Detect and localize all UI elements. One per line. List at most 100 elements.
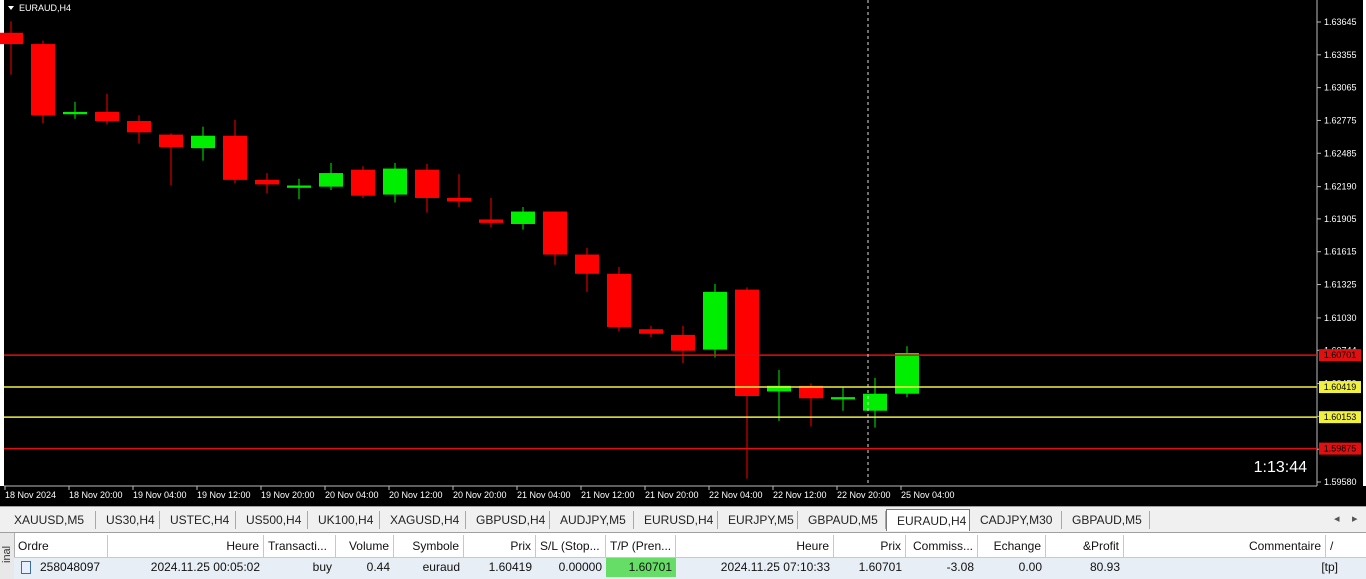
time-axis-label: 20 Nov 12:00 [389,490,443,500]
terminal-side-label[interactable]: inal [0,533,15,579]
chart-tab[interactable]: US30,H4 [96,511,160,529]
candle-body [63,111,87,115]
candle-body [543,211,567,255]
candle-body [0,32,23,45]
candle-body [607,273,631,327]
price-axis-label: 1.61615 [1324,247,1357,257]
terminal-panel: inal Ordre Heure Transacti... Volume Symbole… [0,532,1366,579]
symbol-cell: euraud [422,560,460,574]
candle-body [31,44,55,116]
time-axis-label: 19 Nov 12:00 [197,490,251,500]
candle-body [671,334,695,351]
chart-tab[interactable]: AUDJPY,M5 [550,511,634,529]
candle [703,283,727,358]
tab-scroll-left-icon[interactable]: ◂ [1334,512,1340,525]
column-header[interactable]: Prix [834,535,906,557]
sort-indicator-icon[interactable]: / [1326,535,1366,557]
candle-body [639,329,663,334]
column-header[interactable]: Prix [464,535,536,557]
column-header[interactable]: Commiss... [906,535,978,557]
chart-tab[interactable]: XAGUSD,H4 [380,511,466,529]
chart-tab[interactable]: CADJPY,M30 [970,511,1062,529]
chart-tab[interactable]: US500,H4 [236,511,308,529]
column-header[interactable]: Echange [978,535,1046,557]
time-axis-label: 20 Nov 04:00 [325,490,379,500]
time-axis-label: 22 Nov 04:00 [709,490,763,500]
time-axis-label: 21 Nov 04:00 [517,490,571,500]
tab-scroll-right-icon[interactable]: ▸ [1352,512,1358,525]
column-header[interactable]: Volume [336,535,394,557]
time-axis-label: 20 Nov 20:00 [453,490,507,500]
transaction-type-cell: buy [312,560,332,574]
candle-body [159,134,183,148]
time-axis-label: 18 Nov 2024 [5,490,56,500]
price-axis-label: 1.63355 [1324,50,1357,60]
time-axis-label: 25 Nov 04:00 [901,490,955,500]
chart-area[interactable]: 1.63645 1.63355 1.63065 1.62775 1.62485 1.621… [0,0,1366,506]
price-chart[interactable]: 1.63645 1.63355 1.63065 1.62775 1.62485 1.621… [0,0,1366,506]
profit-cell: 80.93 [1089,560,1120,574]
chart-symbol-title: EURAUD,H4 [19,3,71,13]
chart-tab[interactable]: GBPAUD,M5 [1062,511,1150,529]
candle-body [351,169,375,196]
time-axis-label: 19 Nov 04:00 [133,490,187,500]
time-axis-label: 21 Nov 12:00 [581,490,635,500]
candle-body [863,393,887,411]
price-axis-label: 1.62775 [1324,115,1357,125]
price-level-tag-label: 1.60419 [1324,382,1357,392]
price-level-tag: 1.60419 [1319,381,1361,394]
candle-body [415,169,439,198]
chart-tab[interactable]: EURUSD,H4 [634,511,718,529]
close-price-cell: 1.60701 [858,560,902,574]
column-header[interactable]: S/L (Stop... [536,535,606,557]
time-axis-label: 22 Nov 20:00 [837,490,891,500]
column-header[interactable]: &Profit [1046,535,1124,557]
volume-cell: 0.44 [366,560,390,574]
column-header[interactable]: Heure [108,535,264,557]
time-axis-label: 21 Nov 20:00 [645,490,699,500]
chart-tab[interactable]: GBPAUD,M5 [798,511,886,529]
candle-body [127,121,151,133]
candle-body [447,197,471,202]
candle-body [383,168,407,195]
close-time-cell: 2024.11.25 07:10:33 [720,560,830,574]
chart-tab[interactable]: UK100,H4 [308,511,380,529]
price-level-tag: 1.60701 [1319,349,1361,362]
comment-cell: [tp] [1321,560,1338,574]
price-level-tag-label: 1.59875 [1324,444,1357,454]
column-header[interactable]: Ordre [14,535,108,557]
price-level-tag: 1.60153 [1319,411,1361,424]
candle-body [255,179,279,185]
column-header[interactable]: Transacti... [264,535,336,557]
chart-tabs-bar: XAUUSD,M5 US30,H4 USTEC,H4 US500,H4 UK100,H4… [0,506,1366,532]
candle [351,166,375,198]
chart-tab[interactable]: XAUUSD,M5 [4,511,96,529]
chart-tab[interactable]: GBPUSD,H4 [466,511,550,529]
price-axis-label: 1.62485 [1324,148,1357,158]
chart-plot-area[interactable] [4,0,1317,486]
column-header[interactable]: T/P (Pren... [606,535,676,557]
order-id-cell: 258048097 [40,560,101,574]
candle [607,266,631,332]
price-level-tag-label: 1.60701 [1324,350,1357,360]
candle-body [287,185,311,188]
column-header[interactable]: Commentaire [1124,535,1326,557]
stop-loss-cell: 0.00000 [558,560,602,574]
chart-tab[interactable]: USTEC,H4 [160,511,236,529]
column-header[interactable]: Heure [676,535,834,557]
chart-tab[interactable]: EURAUD,H4 [886,509,970,531]
chart-tab[interactable]: EURJPY,M5 [718,511,798,529]
time-axis-label: 22 Nov 12:00 [773,490,827,500]
candle-body [511,211,535,224]
document-icon [21,561,31,574]
column-header[interactable]: Symbole [394,535,464,557]
price-level-tag: 1.59875 [1319,442,1361,455]
price-axis-label: 1.63065 [1324,83,1357,93]
candle-body [223,135,247,180]
price-axis-label: 1.63645 [1324,17,1357,27]
candle-body [831,397,855,400]
commission-cell: -3.08 [946,560,974,574]
candle-body [703,291,727,350]
candle [31,40,55,124]
swap-cell: 0.00 [1018,560,1042,574]
